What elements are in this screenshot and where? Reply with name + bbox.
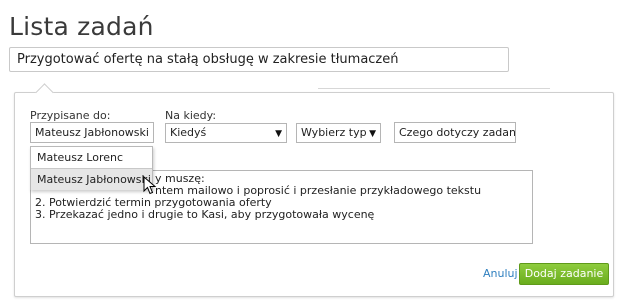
type-select[interactable]: Wybierz typ ▼ [296,123,381,143]
assignee-dropdown: Mateusz Lorenc Mateusz Jabłonowski [30,146,153,190]
assigned-label: Przypisane do: [30,109,111,122]
add-task-button[interactable]: Dodaj zadanie [519,263,609,285]
description-line: 3. Przekazać jedno i drugie to Kasi, aby… [35,208,375,221]
chevron-down-icon: ▼ [369,129,376,139]
cancel-link[interactable]: Anuluj [483,267,518,280]
concern-input[interactable]: Czego dotyczy zadanie? [394,122,516,143]
page-title: Lista zadań [9,12,154,41]
mouse-pointer-icon [143,176,157,195]
due-label: Na kiedy: [165,109,217,122]
due-date-select[interactable]: Kiedyś ▼ [165,123,287,143]
divider [318,88,550,89]
task-title-input[interactable]: Przygotować ofertę na stałą obsługę w za… [9,47,509,72]
chevron-down-icon: ▼ [275,129,282,139]
type-value: Wybierz typ [301,126,367,139]
dropdown-option-highlighted[interactable]: Mateusz Jabłonowski [31,168,152,190]
due-date-value: Kiedyś [170,126,207,139]
dropdown-option[interactable]: Mateusz Lorenc [31,147,152,168]
assignee-input[interactable]: Mateusz Jabłonowski [30,122,154,143]
